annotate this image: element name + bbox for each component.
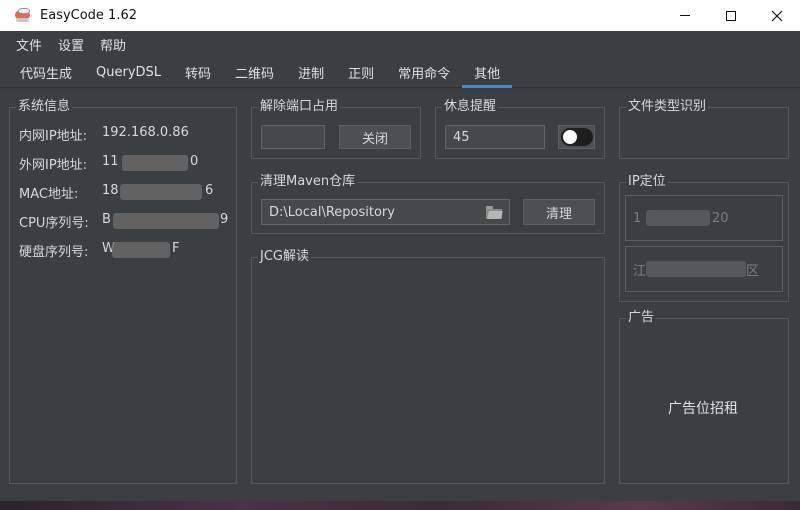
jcg-title: JCG解读	[258, 249, 311, 265]
location-visible-end: 区	[746, 263, 760, 279]
window-controls	[662, 0, 800, 31]
cpu-value: B 9	[102, 212, 230, 231]
mac-visible-end: 6	[205, 183, 214, 198]
minimize-button[interactable]	[662, 0, 708, 31]
ad-text[interactable]: 广告位招租	[668, 398, 738, 418]
ip-input-value: 1	[633, 211, 641, 226]
clean-maven-button[interactable]: 清理	[523, 199, 595, 225]
info-row-wan-ip: 外网IP地址: 11 0	[19, 154, 202, 173]
rest-minutes-input[interactable]: 45	[445, 125, 545, 149]
info-row-cpu: CPU序列号: B 9	[19, 212, 230, 231]
tab-other[interactable]: 其他	[462, 58, 513, 88]
wan-ip-label: 外网IP地址:	[19, 158, 88, 173]
cpu-visible-start: B	[102, 212, 111, 227]
menu-settings[interactable]: 设置	[51, 35, 91, 54]
maximize-icon	[726, 10, 736, 21]
disk-visible-end: F	[172, 241, 180, 256]
info-row-lan-ip: 内网IP地址: 192.168.0.86	[19, 125, 189, 144]
mac-visible-start: 18	[102, 183, 119, 198]
cpu-label: CPU序列号:	[19, 216, 89, 231]
redacted-blur	[646, 261, 746, 277]
mac-value: 18 6	[102, 183, 214, 202]
port-release-title: 解除端口占用	[258, 99, 341, 115]
redacted-blur	[120, 184, 202, 200]
redacted-blur	[122, 155, 188, 171]
location-visible-start: 江	[633, 263, 647, 279]
toggle-knob	[562, 130, 577, 144]
ip-visible-start: 1	[633, 210, 642, 226]
maximize-button[interactable]	[708, 0, 754, 31]
close-port-button[interactable]: 关闭	[339, 125, 411, 149]
tab-transcode[interactable]: 转码	[173, 58, 223, 87]
wan-ip-visible-end: 0	[190, 154, 199, 169]
info-row-mac: MAC地址: 18 6	[19, 183, 214, 202]
close-icon	[771, 10, 783, 21]
window-title: EasyCode 1.62	[40, 8, 138, 23]
wan-ip-value: 11 0	[102, 154, 202, 173]
desktop-background-strip	[0, 501, 800, 510]
disk-label: 硬盘序列号:	[19, 245, 89, 260]
maven-cleanup-panel: 清理Maven仓库 D:\Local\Repository 清理	[251, 174, 605, 234]
rest-reminder-title: 休息提醒	[442, 99, 499, 115]
maven-repo-path-input[interactable]: D:\Local\Repository	[261, 199, 510, 225]
tab-regex[interactable]: 正则	[336, 58, 386, 87]
tab-querydsl[interactable]: QueryDSL	[84, 58, 173, 87]
redacted-blur	[646, 210, 710, 226]
folder-icon[interactable]	[486, 206, 503, 219]
port-release-panel: 解除端口占用 关闭	[251, 99, 421, 159]
lan-ip-value: 192.168.0.86	[102, 125, 189, 140]
title-bar[interactable]: EasyCode 1.62	[0, 0, 800, 31]
redacted-blur	[112, 242, 170, 258]
ad-panel: 广告 广告位招租	[619, 310, 789, 484]
rest-reminder-panel: 休息提醒 45	[435, 99, 605, 159]
tab-radix[interactable]: 进制	[286, 58, 336, 87]
file-type-panel[interactable]: 文件类型识别	[619, 99, 789, 159]
port-input[interactable]	[261, 125, 325, 149]
toggle-track	[560, 128, 593, 146]
ip-location-title: IP定位	[626, 174, 668, 190]
disk-value: W F	[102, 241, 182, 260]
redacted-blur	[113, 213, 219, 229]
ip-input[interactable]: 1 20	[625, 195, 783, 241]
jcg-panel: JCG解读	[251, 249, 605, 484]
ip-location-result: 江 区	[625, 246, 783, 292]
lan-ip-label: 内网IP地址:	[19, 129, 88, 144]
minimize-icon	[680, 15, 690, 16]
maven-cleanup-title: 清理Maven仓库	[258, 174, 358, 190]
main-content: 系统信息 内网IP地址: 192.168.0.86 外网IP地址: 11 0 M…	[0, 89, 800, 501]
close-window-button[interactable]	[754, 0, 800, 31]
info-row-disk: 硬盘序列号: W F	[19, 241, 182, 260]
cpu-visible-end: 9	[220, 212, 229, 227]
mac-label: MAC地址:	[19, 187, 79, 202]
maven-repo-path-text: D:\Local\Repository	[269, 204, 395, 220]
system-info-panel: 系统信息 内网IP地址: 192.168.0.86 外网IP地址: 11 0 M…	[9, 99, 237, 484]
wan-ip-visible-start: 11	[102, 154, 119, 169]
app-logo-icon	[14, 7, 32, 25]
ad-title: 广告	[626, 310, 657, 326]
tab-bar: 代码生成 QueryDSL 转码 二维码 进制 正则 常用命令 其他	[0, 58, 800, 88]
tab-common-commands[interactable]: 常用命令	[386, 58, 462, 87]
menu-file[interactable]: 文件	[9, 35, 49, 54]
system-info-title: 系统信息	[16, 99, 73, 115]
ip-visible-end: 20	[712, 210, 729, 226]
menu-bar: 文件 设置 帮助	[0, 31, 800, 58]
tab-qrcode[interactable]: 二维码	[223, 58, 286, 87]
rest-reminder-toggle[interactable]	[558, 125, 595, 149]
tab-code-generation[interactable]: 代码生成	[8, 58, 84, 87]
file-type-title: 文件类型识别	[626, 99, 709, 115]
ip-location-panel: IP定位 1 20 江 区	[619, 174, 789, 302]
menu-help[interactable]: 帮助	[93, 35, 133, 54]
